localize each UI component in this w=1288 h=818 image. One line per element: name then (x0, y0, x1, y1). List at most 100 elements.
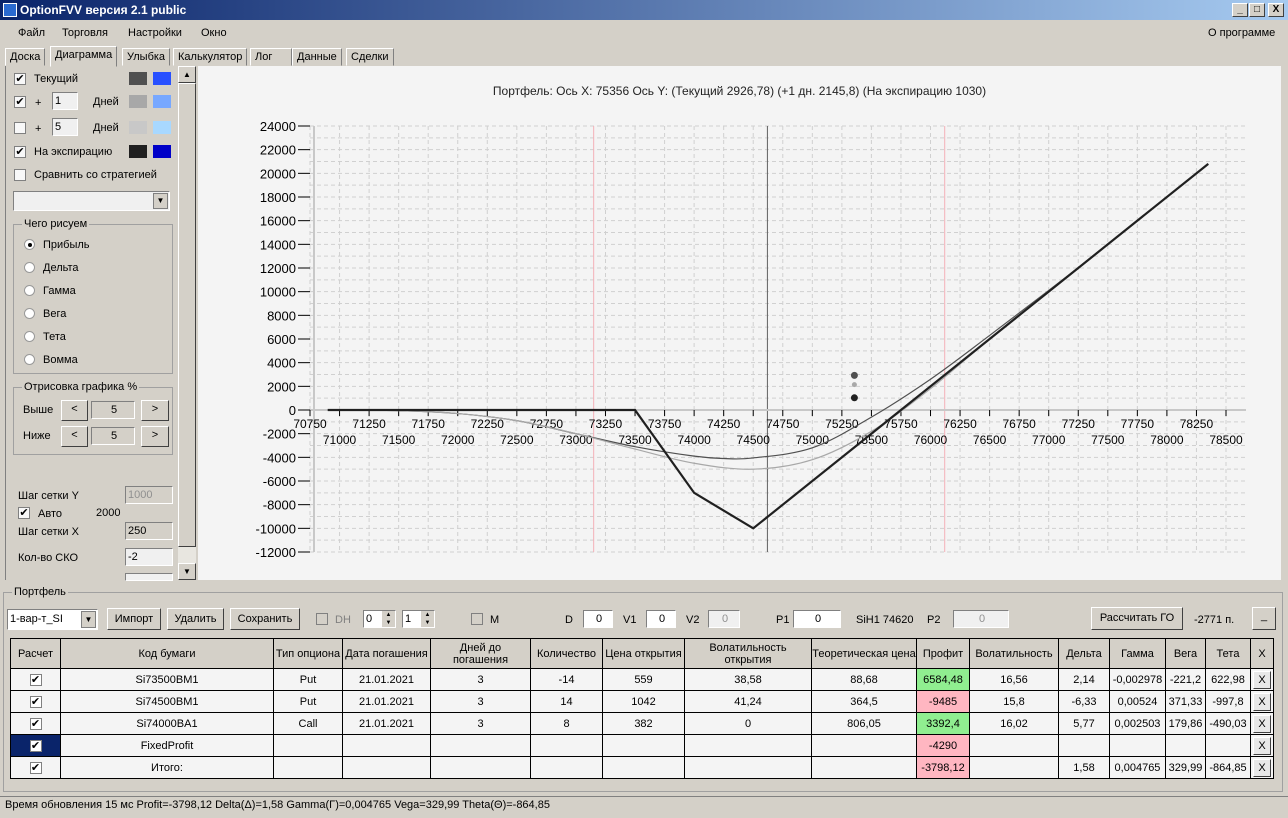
column-header[interactable]: Код бумаги (60, 638, 274, 669)
table-cell[interactable] (430, 756, 531, 779)
v1-input[interactable]: 0 (646, 610, 676, 628)
table-cell[interactable]: Si73500BM1 (60, 668, 274, 691)
calc-checkbox[interactable]: ✔ (29, 673, 42, 686)
table-cell[interactable]: 371,33 (1165, 690, 1206, 713)
column-header[interactable]: Дата погашения (342, 638, 431, 669)
table-row[interactable]: ✔ Итого: -3798,12 1,58 0,004765 329,99 -864,85… (10, 756, 1274, 779)
column-header[interactable]: Расчет (10, 638, 61, 669)
table-cell[interactable] (684, 756, 812, 779)
scroll-up-icon[interactable]: ▲ (178, 66, 196, 83)
column-header[interactable]: X (1250, 638, 1274, 669)
tab-board[interactable]: Доска (5, 48, 46, 66)
above-increase-button[interactable]: > (141, 400, 169, 421)
column-header[interactable]: Количество (530, 638, 603, 669)
remove-row-button[interactable]: X (1253, 736, 1271, 755)
table-row[interactable]: ✔ Si74000BA1 Call 21.01.2021 3 8 382 0 806,05 339… (10, 712, 1274, 735)
table-cell[interactable]: 16,56 (969, 668, 1059, 691)
plus1-days-input[interactable]: 1 (52, 92, 78, 110)
calculate-margin-button[interactable]: Рассчитать ГО (1091, 607, 1183, 630)
color-swatch[interactable] (153, 145, 171, 158)
column-header[interactable]: Дельта (1058, 638, 1110, 669)
table-cell[interactable]: 0,002503 (1109, 712, 1166, 735)
table-cell[interactable]: 16,02 (969, 712, 1059, 735)
table-cell[interactable]: -9485 (916, 690, 970, 713)
table-cell[interactable] (342, 734, 431, 757)
table-cell[interactable]: Put (273, 668, 343, 691)
below-increase-button[interactable]: > (141, 426, 169, 447)
expiry-checkbox[interactable]: ✔ (14, 146, 26, 158)
spinner-icon[interactable]: ▲ ▼ (382, 611, 395, 627)
table-cell[interactable]: 21.01.2021 (342, 712, 431, 735)
calc-checkbox[interactable]: ✔ (29, 717, 42, 730)
menu-window[interactable]: Окно (201, 20, 227, 46)
input-cut-off[interactable] (125, 573, 173, 581)
table-cell[interactable]: -221,2 (1165, 668, 1206, 691)
column-header[interactable]: Гамма (1109, 638, 1166, 669)
table-cell[interactable] (969, 734, 1059, 757)
remove-row-cell[interactable]: X (1250, 712, 1274, 735)
table-cell[interactable]: 0,004765 (1109, 756, 1166, 779)
menu-about[interactable]: О программе (1208, 20, 1275, 46)
spin2-input[interactable]: 1 ▲ ▼ (402, 610, 435, 628)
table-cell[interactable]: -997,8 (1205, 690, 1251, 713)
calc-checkbox[interactable]: ✔ (29, 761, 42, 774)
table-cell[interactable]: 179,86 (1165, 712, 1206, 735)
table-row[interactable]: ✔ FixedProfit -4290 X (10, 734, 1274, 757)
table-cell[interactable]: 15,8 (969, 690, 1059, 713)
scroll-thumb[interactable] (178, 83, 196, 547)
table-cell[interactable]: -864,85 (1205, 756, 1251, 779)
table-cell[interactable]: -490,03 (1205, 712, 1251, 735)
table-row[interactable]: ✔ Si73500BM1 Put 21.01.2021 3 -14 559 38,58 88,6… (10, 668, 1274, 691)
color-swatch[interactable] (153, 72, 171, 85)
radio-vomma[interactable] (24, 354, 35, 365)
d-input[interactable]: 0 (583, 610, 613, 628)
column-header[interactable]: Профит (916, 638, 970, 669)
radio-vega[interactable] (24, 308, 35, 319)
radio-profit[interactable] (24, 239, 35, 250)
table-cell[interactable] (1109, 734, 1166, 757)
table-cell[interactable]: -6,33 (1058, 690, 1110, 713)
color-swatch[interactable] (129, 145, 147, 158)
delete-button[interactable]: Удалить (167, 608, 224, 630)
table-cell[interactable] (273, 756, 343, 779)
table-cell[interactable] (811, 734, 917, 757)
table-cell[interactable] (602, 734, 685, 757)
table-cell[interactable] (811, 756, 917, 779)
sko-input[interactable]: -2 (125, 548, 173, 566)
table-cell[interactable]: 3 (430, 668, 531, 691)
menu-file[interactable]: Файл (18, 20, 45, 46)
column-header[interactable]: Тета (1205, 638, 1251, 669)
grid-x-input[interactable]: 250 (125, 522, 173, 540)
remove-row-cell[interactable]: X (1250, 668, 1274, 691)
table-cell[interactable]: -14 (530, 668, 603, 691)
table-cell[interactable] (530, 734, 603, 757)
table-cell[interactable] (430, 734, 531, 757)
below-decrease-button[interactable]: < (61, 426, 88, 447)
remove-row-cell[interactable]: X (1250, 734, 1274, 757)
chevron-down-icon[interactable]: ▼ (81, 611, 96, 628)
table-cell[interactable]: -0,002978 (1109, 668, 1166, 691)
remove-row-button[interactable]: X (1253, 670, 1271, 689)
dh-checkbox[interactable] (316, 613, 328, 625)
strategy-select[interactable]: ▼ (13, 191, 170, 211)
table-cell[interactable]: 382 (602, 712, 685, 735)
calc-checkbox-cell[interactable]: ✔ (10, 734, 61, 757)
calc-checkbox-cell[interactable]: ✔ (10, 712, 61, 735)
plus1-checkbox[interactable]: ✔ (14, 96, 26, 108)
table-cell[interactable]: -4290 (916, 734, 970, 757)
calc-checkbox-cell[interactable]: ✔ (10, 668, 61, 691)
below-value[interactable]: 5 (91, 427, 135, 445)
chevron-down-icon[interactable]: ▼ (153, 193, 168, 209)
plus5-checkbox[interactable] (14, 122, 26, 134)
radio-theta[interactable] (24, 331, 35, 342)
table-cell[interactable]: 21.01.2021 (342, 690, 431, 713)
column-header[interactable]: Дней до погашения (430, 638, 531, 669)
table-cell[interactable]: 0,00524 (1109, 690, 1166, 713)
table-cell[interactable] (530, 756, 603, 779)
auto-checkbox[interactable]: ✔ (18, 507, 30, 519)
scroll-down-icon[interactable]: ▼ (178, 563, 196, 580)
table-cell[interactable]: 329,99 (1165, 756, 1206, 779)
maximize-button[interactable]: □ (1249, 3, 1265, 17)
column-header[interactable]: Тип опциона (273, 638, 343, 669)
remove-row-button[interactable]: X (1253, 714, 1271, 733)
